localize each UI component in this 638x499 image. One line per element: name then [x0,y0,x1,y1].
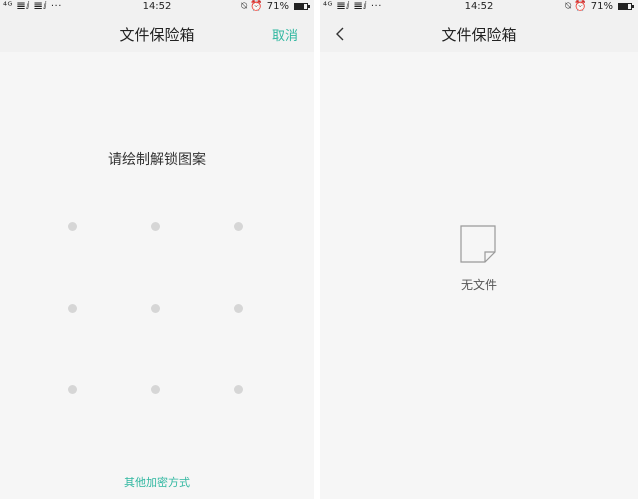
battery-icon [294,3,310,10]
pattern-dot[interactable] [234,385,243,394]
pattern-dot[interactable] [151,222,160,231]
pattern-dot[interactable] [68,222,77,231]
status-right: ⍉ ⏰ 71% [241,1,310,12]
pattern-dot[interactable] [151,304,160,313]
pattern-dot[interactable] [234,222,243,231]
pattern-dot[interactable] [68,385,77,394]
other-encryption-link[interactable]: 其他加密方式 [0,474,314,490]
page-title: 文件保险箱 [119,26,195,44]
draw-pattern-prompt: 请绘制解锁图案 [108,152,206,168]
alarm-icon: ⍉ ⏰ [565,1,587,12]
empty-state-text: 无文件 [460,278,497,292]
file-vault-screen: ⁴ᴳ 𝌆ⅈ 𝌆ⅈ ··· 14:52 ⍉ ⏰ 71% 文件保险箱 无文件 [320,0,638,499]
cancel-button[interactable]: 取消 [272,25,298,44]
battery-percent: 71% [266,1,289,12]
status-bar: ⁴ᴳ 𝌆ⅈ 𝌆ⅈ ··· 14:52 ⍉ ⏰ 71% [0,0,314,15]
battery-percent: 71% [590,1,613,12]
battery-fill [619,4,628,9]
alarm-icon: ⍉ ⏰ [241,1,263,12]
pattern-dot[interactable] [151,385,160,394]
app-root: ⁴ᴳ 𝌆ⅈ 𝌆ⅈ ··· 14:52 ⍉ ⏰ 71% 文件保险箱 取消 请绘制解… [0,0,638,499]
battery-fill [295,4,304,9]
nav-bar: 文件保险箱 取消 [0,15,314,52]
pattern-lock-screen: ⁴ᴳ 𝌆ⅈ 𝌆ⅈ ··· 14:52 ⍉ ⏰ 71% 文件保险箱 取消 请绘制解… [0,0,314,499]
battery-icon [618,3,634,10]
status-right: ⍉ ⏰ 71% [565,1,634,12]
status-bar: ⁴ᴳ 𝌆ⅈ 𝌆ⅈ ··· 14:52 ⍉ ⏰ 71% [320,0,638,15]
page-title: 文件保险箱 [441,26,517,44]
nav-bar: 文件保险箱 [320,15,638,52]
pattern-dot[interactable] [234,304,243,313]
pattern-dot[interactable] [68,304,77,313]
blank-file-icon [460,225,496,263]
